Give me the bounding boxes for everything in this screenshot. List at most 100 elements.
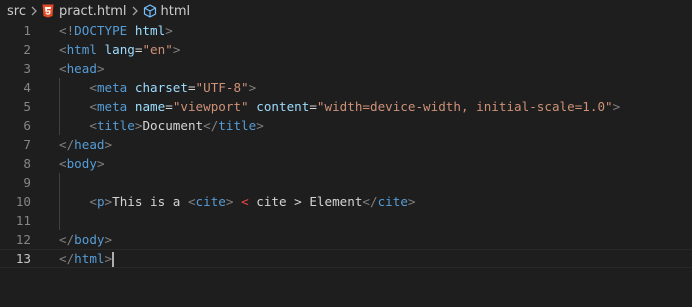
token-punct: </ bbox=[203, 118, 219, 133]
token-attr: charset bbox=[134, 80, 188, 95]
code-area[interactable]: 1 <!DOCTYPE html> 2 <html lang="en"> 3 <head>… bbox=[0, 21, 692, 268]
text-cursor bbox=[112, 252, 115, 267]
token-punct: > bbox=[104, 232, 113, 247]
token-punct: < bbox=[89, 99, 97, 114]
token-str: "width=device-width, initial-scale=1.0" bbox=[316, 99, 613, 114]
line-number: 11 bbox=[15, 213, 31, 228]
token-tag: body bbox=[74, 232, 105, 247]
code-line[interactable]: 4 <meta charset="UTF-8"> bbox=[0, 78, 692, 97]
token-punct: </ bbox=[59, 251, 75, 266]
line-content: <body> bbox=[59, 154, 105, 173]
code-line[interactable]: 13 </html> bbox=[0, 249, 692, 268]
code-line[interactable]: 10 <p>This is a <cite> < cite > Element<… bbox=[0, 192, 692, 211]
chevron-right-icon bbox=[131, 6, 139, 16]
line-number: 3 bbox=[23, 61, 31, 76]
line-number: 6 bbox=[23, 118, 31, 133]
line-content: <!DOCTYPE html> bbox=[59, 21, 173, 40]
line-number: 7 bbox=[23, 137, 31, 152]
token-punct: > bbox=[104, 194, 113, 209]
breadcrumb-file[interactable]: pract.html bbox=[42, 4, 127, 19]
token-text: = bbox=[165, 99, 173, 114]
token-text: = bbox=[309, 99, 317, 114]
line-content: <p>This is a <cite> < cite > Element</ci… bbox=[59, 192, 416, 211]
token-punct: > bbox=[172, 42, 181, 57]
token-text: cite > Element bbox=[248, 194, 363, 209]
token-attr: html bbox=[134, 23, 166, 38]
token-tag: cite bbox=[195, 194, 226, 209]
token-tag: DOCTYPE bbox=[74, 23, 128, 38]
line-number: 10 bbox=[15, 194, 31, 209]
token-tag: title bbox=[96, 118, 135, 133]
code-line[interactable]: 1 <!DOCTYPE html> bbox=[0, 21, 692, 40]
code-line[interactable]: 7 </head> bbox=[0, 135, 692, 154]
token-punct: < bbox=[89, 118, 97, 133]
token-punct: < bbox=[59, 61, 67, 76]
indent-guide bbox=[59, 211, 60, 230]
line-content: </head> bbox=[59, 135, 112, 154]
line-number: 4 bbox=[23, 80, 31, 95]
chevron-right-icon bbox=[30, 6, 38, 16]
token-tag: head bbox=[74, 137, 105, 152]
code-line[interactable]: 5 <meta name="viewport" content="width=d… bbox=[0, 97, 692, 116]
code-line[interactable]: 3 <head> bbox=[0, 59, 692, 78]
token-punct: > bbox=[104, 137, 113, 152]
code-line[interactable]: 8 <body> bbox=[0, 154, 692, 173]
line-content: <html lang="en"> bbox=[59, 40, 180, 59]
token-attr: name bbox=[134, 99, 166, 114]
code-editor[interactable]: src pract.html html 1 <!DOCTYPE html> 2 … bbox=[0, 0, 692, 307]
code-line[interactable]: 6 <title>Document</title> bbox=[0, 116, 692, 135]
token-punct: > bbox=[612, 99, 621, 114]
code-line[interactable]: 9 bbox=[0, 173, 692, 192]
token-tag: html bbox=[74, 251, 105, 266]
token-punct: > bbox=[165, 23, 173, 38]
line-content: </html> bbox=[59, 250, 115, 267]
breadcrumb-symbol[interactable]: html bbox=[143, 3, 191, 19]
token-tag: html bbox=[66, 42, 97, 57]
token-tag: cite bbox=[377, 194, 408, 209]
token-text: = bbox=[187, 80, 196, 95]
token-attr: lang bbox=[104, 42, 135, 57]
breadcrumb-file-label: pract.html bbox=[58, 3, 127, 19]
token-attr: content bbox=[256, 99, 310, 114]
breadcrumb-symbol-label: html bbox=[160, 3, 191, 19]
code-line[interactable]: 12 </body> bbox=[0, 230, 692, 249]
token-tag: head bbox=[66, 61, 97, 76]
token-str: "UTF-8" bbox=[195, 80, 249, 95]
token-punct: < bbox=[89, 80, 97, 95]
token-punct: < bbox=[59, 156, 67, 171]
token-punct: <! bbox=[59, 23, 75, 38]
token-str: "viewport" bbox=[172, 99, 249, 114]
code-line[interactable]: 2 <html lang="en"> bbox=[0, 40, 692, 59]
html5-icon bbox=[42, 4, 54, 18]
token-punct: < bbox=[59, 42, 67, 57]
line-number: 5 bbox=[23, 99, 31, 114]
token-punct: > bbox=[256, 118, 264, 133]
token-punct: > bbox=[248, 80, 257, 95]
cube-icon bbox=[143, 4, 157, 18]
token-punct: > bbox=[407, 194, 416, 209]
token-tag: meta bbox=[96, 99, 128, 114]
token-tag: body bbox=[66, 156, 97, 171]
token-punct: > bbox=[96, 61, 105, 76]
token-str: "en" bbox=[142, 42, 173, 57]
token-punct: > bbox=[104, 251, 113, 266]
code-line[interactable]: 11 bbox=[0, 211, 692, 230]
token-punct: </ bbox=[59, 232, 75, 247]
token-tag: p bbox=[96, 194, 105, 209]
token-punct: > bbox=[96, 156, 105, 171]
line-number: 9 bbox=[23, 175, 31, 190]
breadcrumb-folder[interactable]: src bbox=[7, 4, 26, 19]
line-content: </body> bbox=[59, 230, 112, 249]
token-text: Document bbox=[142, 118, 204, 133]
line-number: 8 bbox=[23, 156, 31, 171]
token-punct: < bbox=[187, 194, 196, 209]
token-punct: </ bbox=[59, 137, 75, 152]
line-number: 2 bbox=[23, 42, 31, 57]
